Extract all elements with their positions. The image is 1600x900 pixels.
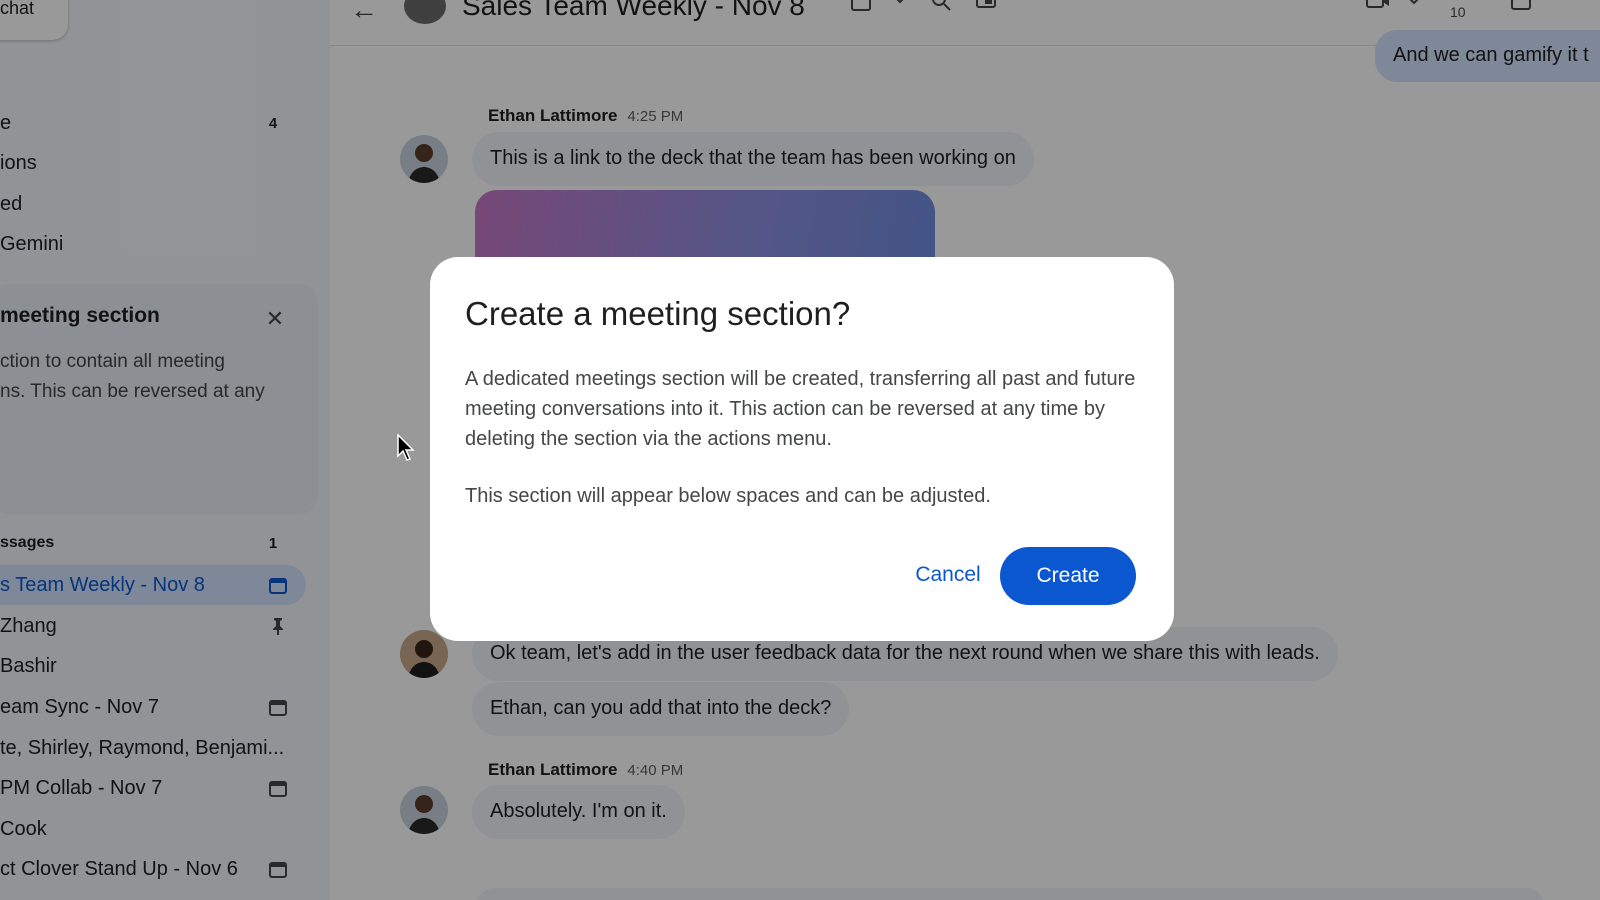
dialog-title: Create a meeting section? — [465, 295, 851, 332]
dialog-description: A dedicated meetings section will be cre… — [465, 368, 1136, 450]
mouse-cursor-icon — [397, 433, 415, 462]
create-meeting-section-dialog: Create a meeting section? A dedicated me… — [430, 257, 1174, 641]
dialog-note: This section will appear below spaces an… — [465, 485, 991, 507]
cancel-button[interactable]: Cancel — [900, 547, 996, 603]
create-button[interactable]: Create — [1000, 547, 1136, 605]
